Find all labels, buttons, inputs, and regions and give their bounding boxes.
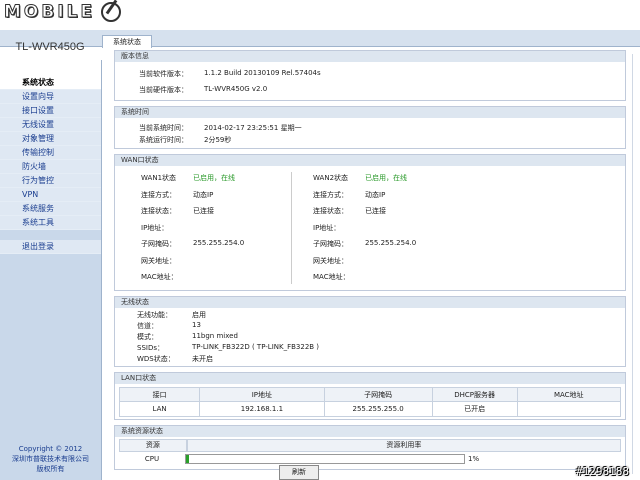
section-title: 版本信息	[115, 51, 625, 62]
wan2-status: 已启用，在线	[365, 174, 407, 182]
resource-row-cpu: CPU 1%	[144, 453, 480, 464]
cpu-usage-bar	[185, 453, 465, 464]
wireless-section: 无线状态 无线功能： 启用 信道： 13 模式： 11bgn mixed SSI…	[114, 296, 626, 367]
sidebar-item-behavior[interactable]: 行为管控	[0, 174, 101, 188]
section-title: WAN口状态	[115, 155, 625, 166]
tab-system-status[interactable]: 系统状态	[102, 35, 152, 48]
sidebar: 系统状态 设置向导 接口设置 无线设置 对象管理 传输控制 防火墙 行为管控 V…	[0, 60, 102, 480]
version-section: 版本信息 当前软件版本： 1.1.2 Build 20130109 Rel.57…	[114, 50, 626, 101]
sidebar-item-setup-wizard[interactable]: 设置向导	[0, 90, 101, 104]
main-content: 版本信息 当前软件版本： 1.1.2 Build 20130109 Rel.57…	[114, 50, 626, 475]
sidebar-item-tools[interactable]: 系统工具	[0, 216, 101, 230]
resources-section: 系统资源状态 资源 资源利用率 CPU 1%	[114, 425, 626, 470]
uptime: 2分59秒	[204, 136, 232, 144]
lan-table: 接口 IP地址 子网掩码 DHCP服务器 MAC地址 LAN 192.168.1…	[118, 387, 622, 417]
logo-icon	[101, 2, 121, 22]
sidebar-item-interface[interactable]: 接口设置	[0, 104, 101, 118]
sidebar-item-transmission[interactable]: 传输控制	[0, 146, 101, 160]
sidebar-item-objects[interactable]: 对象管理	[0, 132, 101, 146]
image-id-stamp: #1298188	[576, 465, 629, 478]
copyright: Copyright © 2012 深圳市普联技术有限公司 版权所有	[12, 445, 89, 473]
section-title: 无线状态	[115, 297, 625, 308]
cpu-usage-fill	[186, 454, 189, 463]
mobile01-logo: MOBILE	[3, 2, 96, 23]
section-title: 系统资源状态	[115, 426, 625, 437]
hardware-version: TL-WVR450G v2.0	[204, 85, 268, 93]
ssid-value: TP-LINK_FB322D ( TP-LINK_FB322B )	[192, 343, 320, 351]
wan1-status: 已启用，在线	[193, 174, 235, 182]
logout-link[interactable]: 退出登录	[0, 240, 101, 254]
section-title: 系统时间	[115, 107, 625, 118]
sidebar-item-system-status[interactable]: 系统状态	[0, 76, 101, 90]
system-time: 2014-02-17 23:25:51 星期一	[204, 124, 302, 132]
watermark-header: MOBILE	[0, 0, 640, 30]
wan-section: WAN口状态 WAN1状态 已启用，在线 连接方式： 动态IP 连接状态： 已连…	[114, 154, 626, 291]
refresh-button[interactable]: 刷新	[279, 465, 319, 480]
lan-section: LAN口状态 接口 IP地址 子网掩码 DHCP服务器 MAC地址 LAN 19…	[114, 372, 626, 420]
model-name: TL-WVR450G	[15, 41, 85, 53]
cpu-usage-percent: 1%	[468, 454, 480, 463]
sidebar-nav: 系统状态 设置向导 接口设置 无线设置 对象管理 传输控制 防火墙 行为管控 V…	[0, 76, 101, 254]
sidebar-item-firewall[interactable]: 防火墙	[0, 160, 101, 174]
section-title: LAN口状态	[115, 373, 625, 384]
sidebar-item-wireless[interactable]: 无线设置	[0, 118, 101, 132]
sidebar-item-services[interactable]: 系统服务	[0, 202, 101, 216]
software-version: 1.1.2 Build 20130109 Rel.57404s	[204, 69, 321, 77]
table-header-row: 接口 IP地址 子网掩码 DHCP服务器 MAC地址	[118, 387, 622, 402]
sidebar-item-vpn[interactable]: VPN	[0, 188, 101, 202]
system-time-section: 系统时间 当前系统时间： 2014-02-17 23:25:51 星期一 系统运…	[114, 106, 626, 149]
table-row: LAN 192.168.1.1 255.255.255.0 已开启	[118, 401, 622, 417]
